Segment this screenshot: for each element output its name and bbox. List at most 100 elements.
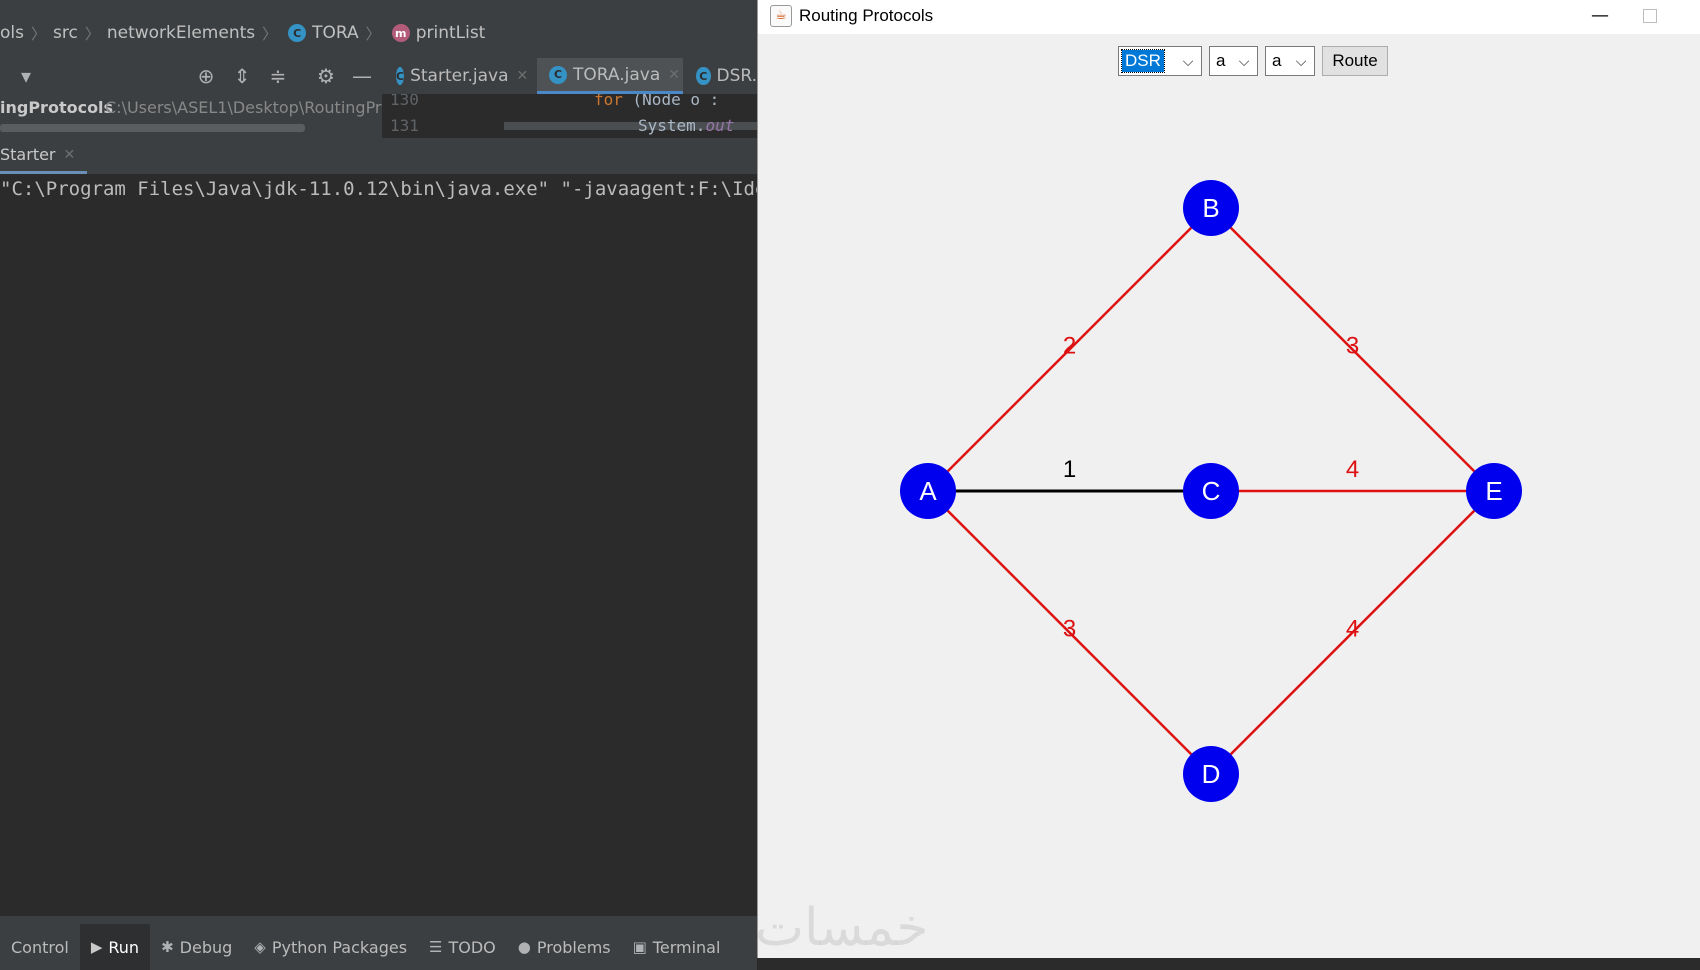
node-label: D [1202,759,1221,789]
ide-toolbar: ▾ ⊕ ⇕ ≑ ⚙ — C Starter.java ✕ C TORA.java… [0,58,757,95]
code-field: out [705,116,735,135]
class-icon: C [549,65,567,84]
breadcrumb-label: printList [415,23,486,43]
project-path: C:\Users\ASEL1\Desktop\RoutingPro [105,98,382,117]
console-output: "C:\Program Files\Java\jdk-11.0.12\bin\j… [0,178,757,200]
packages-icon: ◈ [254,938,266,956]
edge-weight-label: 4 [1346,616,1359,643]
class-icon: C [696,67,711,85]
tool-label: TODO [448,937,496,957]
node-label: E [1485,476,1502,506]
debug-icon: ✱ [161,938,174,956]
tool-run[interactable]: ▶ Run [79,924,151,970]
minimize-panel-icon[interactable]: — [350,64,374,88]
edge-weight-label: 3 [1063,616,1076,643]
tool-problems[interactable]: ● Problems [507,924,622,970]
project-tree-row[interactable]: ingProtocols C:\Users\ASEL1\Desktop\Rout… [0,94,382,138]
problems-icon: ● [517,938,531,956]
tab-run-starter[interactable]: Starter ✕ [0,138,88,174]
tool-label: Problems [536,937,611,957]
protocol-select-value: DSR [1121,49,1165,73]
class-icon: C [288,24,307,42]
breadcrumb-label: TORA [312,23,359,43]
run-icon: ▶ [90,938,103,956]
tool-control[interactable]: Control [0,924,80,970]
breadcrumb-label: ols [0,23,24,43]
code-text: (Node o : [622,94,720,109]
run-tabbar: Starter ✕ [0,138,757,174]
edge-weight-label: 2 [1063,333,1076,360]
source-node-select[interactable]: a ⌵ [1209,46,1258,76]
tool-debug[interactable]: ✱ Debug [150,924,243,970]
horizontal-scrollbar[interactable] [0,124,305,132]
chevron-right-icon: 〉 [262,24,278,43]
breadcrumb-package[interactable]: networkElements [107,23,255,43]
close-icon[interactable]: ✕ [64,147,76,163]
close-icon[interactable]: ✕ [517,68,529,84]
destination-node-value: a [1272,51,1282,70]
node-label: C [1202,476,1221,506]
edge-weight-label: 3 [1346,333,1359,360]
source-node-value: a [1216,51,1226,70]
tool-label: Run [108,937,140,957]
class-icon: C [396,67,405,85]
dropdown-arrow-icon[interactable]: ▾ [14,64,38,88]
node-label: A [919,476,937,506]
watermark-logo: خمسات [755,898,929,958]
tab-label: Starter.java [410,66,509,86]
code-keyword: for [594,94,623,109]
line-number: 130 [390,94,419,109]
breadcrumb-label: networkElements [106,23,256,43]
ide-menu-strip [0,0,757,8]
routing-protocols-window: ☕ Routing Protocols — 231434ABCDE DSR ⌵ … [757,0,1700,958]
route-button[interactable]: Route [1322,46,1388,76]
tool-label: Terminal [652,937,721,957]
breadcrumb-src[interactable]: src [53,23,78,43]
network-graph: 2 3 1 4 3 4 A B C D E [900,180,1522,802]
tool-python-packages[interactable]: ◈ Python Packages [243,924,418,970]
tab-dsr-java[interactable]: C DSR. [684,58,757,94]
project-name: ingProtocols [0,98,114,117]
breadcrumb-project[interactable]: ols [0,23,24,43]
breadcrumb-class[interactable]: C TORA [284,23,359,43]
gear-icon[interactable]: ⚙ [314,64,338,88]
chevron-right-icon: 〉 [365,24,381,43]
chevron-down-icon: ⌵ [1238,53,1250,69]
method-icon: m [391,24,410,42]
tool-terminal[interactable]: ▣ Terminal [622,924,732,970]
chevron-down-icon: ⌵ [1295,53,1307,69]
node-label: B [1202,193,1219,223]
ide-panel: ols 〉 src 〉 networkElements 〉 C TORA 〉 mp… [0,0,757,970]
edge-weight-label: 4 [1346,456,1359,483]
tool-todo[interactable]: ☰ TODO [418,924,507,970]
line-number: 131 [390,116,419,135]
breadcrumb-label: src [53,23,78,43]
code-line: System.out [638,116,734,135]
route-controls: DSR ⌵ a ⌵ a ⌵ Route [758,46,1700,78]
tool-label: Control [11,937,69,957]
tool-label: Debug [179,937,233,957]
breadcrumb-method[interactable]: m printList [388,23,486,43]
expand-all-icon[interactable]: ⇕ [230,64,254,88]
protocol-select[interactable]: DSR ⌵ [1118,46,1202,76]
tool-label: Python Packages [271,937,408,957]
edge-weight-label: 1 [1063,456,1076,483]
code-line: for (Node o : [594,94,719,109]
chevron-right-icon: 〉 [84,24,100,43]
todo-icon: ☰ [429,938,443,956]
tab-tora-java[interactable]: C TORA.java ✕ [537,58,683,94]
run-tab-label: Starter [0,145,56,164]
code-text: System. [638,116,706,135]
destination-node-select[interactable]: a ⌵ [1265,46,1315,76]
tab-starter-java[interactable]: C Starter.java ✕ [384,58,528,94]
breadcrumb: ols 〉 src 〉 networkElements 〉 C TORA 〉 mp… [0,8,757,58]
tab-label: TORA.java [573,64,661,85]
terminal-icon: ▣ [632,938,647,956]
bottom-separator [0,916,757,924]
code-editor[interactable]: 130 131 for (Node o : System.out [382,94,757,138]
locate-target-icon[interactable]: ⊕ [194,64,218,88]
collapse-all-icon[interactable]: ≑ [266,64,290,88]
close-icon[interactable]: ✕ [668,67,680,83]
tab-label: DSR. [716,66,758,86]
chevron-right-icon: 〉 [30,24,46,43]
